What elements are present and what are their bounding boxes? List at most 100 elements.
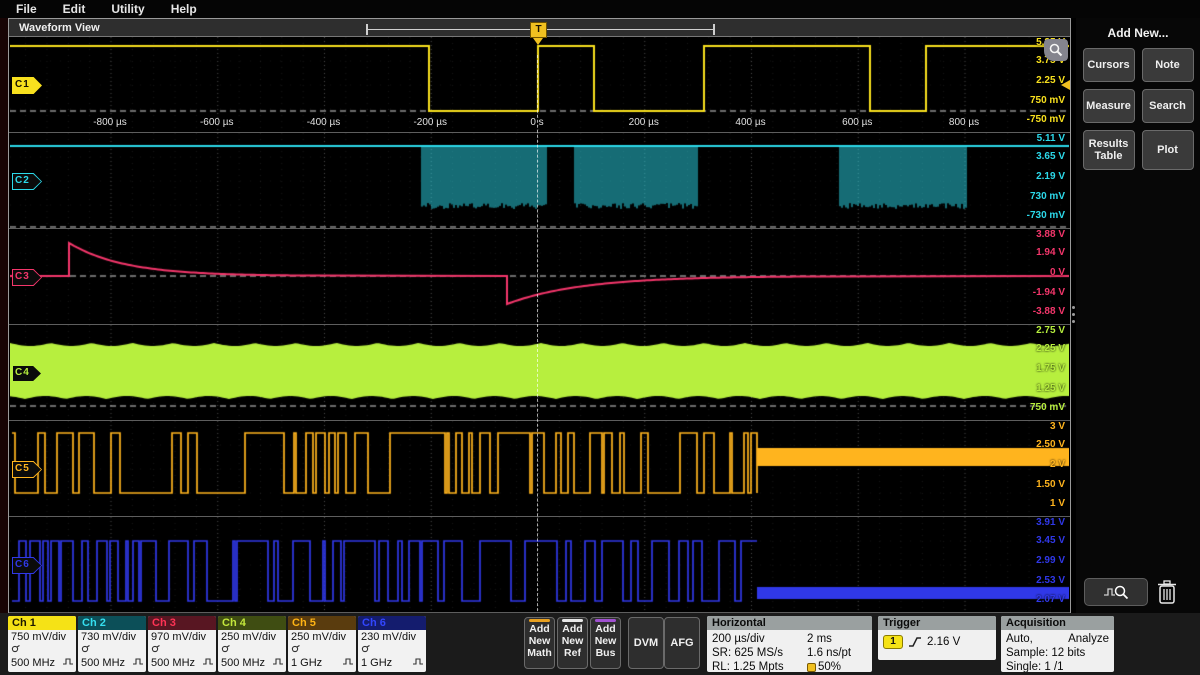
waveform-C5[interactable] [10, 421, 1069, 517]
results-table-button[interactable]: Results Table [1083, 130, 1135, 170]
channel-badge-ch6[interactable]: Ch 6230 mV/div1 GHz [358, 616, 426, 672]
menu-file[interactable]: File [16, 2, 37, 16]
channel-flag-C1[interactable]: C1 [12, 77, 42, 94]
channel-bandwidth: 500 MHz [151, 657, 195, 670]
trigger-position-arrow [533, 38, 543, 45]
channel-bandwidth-row: 500 MHz [81, 657, 143, 670]
horizontal-panel-title: Horizontal [707, 616, 872, 630]
zoom-mode-button[interactable] [1084, 578, 1148, 606]
bracket-left-end [366, 24, 368, 35]
channel-scale: 250 mV/div [221, 631, 283, 644]
acquisition-analyze: Analyze [1068, 632, 1109, 646]
time-label-2: -400 µs [307, 117, 341, 128]
channel-bandwidth-row: 1 GHz [291, 657, 353, 670]
channel-flag-C5[interactable]: C5 [12, 461, 42, 478]
channel-badge-ch1[interactable]: Ch 1750 mV/div 500 MHz [8, 616, 76, 672]
channel-bandwidth: 500 MHz [11, 657, 55, 670]
scale-label-C1-3: 750 mV [1030, 95, 1065, 106]
scale-label-C5-2: 2 V [1050, 459, 1065, 470]
menu-utility[interactable]: Utility [111, 2, 144, 16]
channel-flag-label: C4 [15, 367, 30, 378]
channel-flag-C2[interactable]: C2 [12, 173, 42, 190]
trigger-position-flag[interactable]: T [530, 22, 547, 38]
scale-label-C2-4: -730 mV [1027, 210, 1065, 221]
acquisition-panel[interactable]: Acquisition Auto, Analyze Sample: 12 bit… [1001, 616, 1114, 672]
waveform-C4[interactable] [10, 325, 1069, 421]
time-label-1: -600 µs [200, 117, 234, 128]
measure-button[interactable]: Measure [1083, 89, 1135, 123]
channel-badge-ch3[interactable]: Ch 3970 mV/div 500 MHz [148, 616, 216, 672]
waveform-C2[interactable] [10, 133, 1069, 229]
channel-flag-label: C2 [15, 175, 30, 186]
edge-icon [63, 657, 73, 670]
cursors-button[interactable]: Cursors [1083, 48, 1135, 82]
time-label-3: -200 µs [413, 117, 447, 128]
waveform-zoom-icon [1103, 583, 1129, 601]
add-new-bus-button[interactable]: Add New Bus [590, 617, 621, 669]
trash-icon[interactable] [1156, 579, 1178, 605]
probe-icon [291, 645, 300, 653]
channel-scale: 750 mV/div [11, 631, 73, 644]
plot-button[interactable]: Plot [1142, 130, 1194, 170]
probe-icon-row [361, 644, 423, 657]
afg-button[interactable]: AFG [664, 617, 700, 669]
waveform-C3[interactable] [10, 229, 1069, 325]
scale-label-C3-4: -3.88 V [1033, 306, 1065, 317]
channel-scale: 230 mV/div [361, 631, 423, 644]
dvm-button[interactable]: DVM [628, 617, 664, 669]
channel-badge-ch2[interactable]: Ch 2730 mV/div500 MHz [78, 616, 146, 672]
channel-badge-header: Ch 3 [148, 616, 216, 630]
scale-label-C6-0: 3.91 V [1036, 517, 1065, 528]
probe-icon-row [151, 644, 213, 657]
add-new-math-button[interactable]: Add New Math [524, 617, 555, 669]
channel-badge-body: 750 mV/div 500 MHz [8, 630, 76, 671]
scale-label-C2-0: 5.11 V [1037, 133, 1065, 144]
channel-flag-C4[interactable]: C4 [12, 365, 42, 382]
waveform-C6[interactable] [10, 517, 1069, 613]
scale-label-C6-3: 2.53 V [1036, 575, 1065, 586]
search-button[interactable]: Search [1142, 89, 1194, 123]
scale-label-C3-3: -1.94 V [1033, 287, 1065, 298]
graticule-zoom-chip[interactable] [1044, 39, 1068, 61]
acquisition-single: Single: 1 /1 [1006, 660, 1109, 672]
math-color-stripe [529, 619, 550, 622]
probe-icon-row [11, 644, 73, 657]
probe-icon [221, 645, 230, 653]
channel-badge-header: Ch 5 [288, 616, 356, 630]
scale-label-C4-0: 2.75 V [1036, 325, 1065, 336]
add-new-ref-button[interactable]: Add New Ref [557, 617, 588, 669]
scale-label-C4-4: 750 mV [1030, 402, 1065, 413]
scale-label-C5-4: 1 V [1050, 498, 1065, 509]
probe-icon-row [221, 644, 283, 657]
channel-bandwidth-row: 500 MHz [221, 657, 283, 670]
scale-label-C4-1: 2.25 V [1036, 343, 1065, 354]
scale-label-C5-0: 3 V [1050, 421, 1065, 432]
horizontal-panel[interactable]: Horizontal 200 µs/div2 ms SR: 625 MS/s1.… [707, 616, 872, 672]
probe-icon-row [291, 644, 353, 657]
channel-bandwidth-row: 500 MHz [11, 657, 73, 670]
trigger-panel-title: Trigger [878, 616, 996, 630]
menu-help[interactable]: Help [171, 2, 197, 16]
channel-badge-header: Ch 1 [8, 616, 76, 630]
channel-badge-body: 250 mV/div 500 MHz [218, 630, 286, 671]
channel-flag-C6[interactable]: C6 [12, 557, 42, 574]
channel-flag-C3[interactable]: C3 [12, 269, 42, 286]
note-button[interactable]: Note [1142, 48, 1194, 82]
edge-icon [203, 657, 213, 670]
edge-icon [133, 657, 143, 670]
acquisition-mode: Auto, [1006, 632, 1033, 646]
trigger-time-line [537, 55, 538, 631]
channel-scale: 970 mV/div [151, 631, 213, 644]
channel-badge-ch5[interactable]: Ch 5250 mV/div1 GHz [288, 616, 356, 672]
probe-icon-row [81, 644, 143, 657]
channel-badge-body: 730 mV/div500 MHz [78, 630, 146, 671]
trigger-panel[interactable]: Trigger 1 2.16 V [878, 616, 996, 660]
settings-bar: Ch 1750 mV/div500 MHzCh 2730 mV/div500 M… [0, 613, 1200, 675]
scale-label-C6-2: 2.99 V [1036, 555, 1065, 566]
oscilloscope-screen: File Edit Utility Help Waveform View T C… [0, 0, 1200, 675]
probe-icon [151, 645, 160, 653]
channel-flag-label: C6 [15, 559, 30, 570]
channel-badge-ch4[interactable]: Ch 4250 mV/div500 MHz [218, 616, 286, 672]
trigger-level-arrow[interactable] [1061, 80, 1070, 90]
menu-edit[interactable]: Edit [63, 2, 86, 16]
